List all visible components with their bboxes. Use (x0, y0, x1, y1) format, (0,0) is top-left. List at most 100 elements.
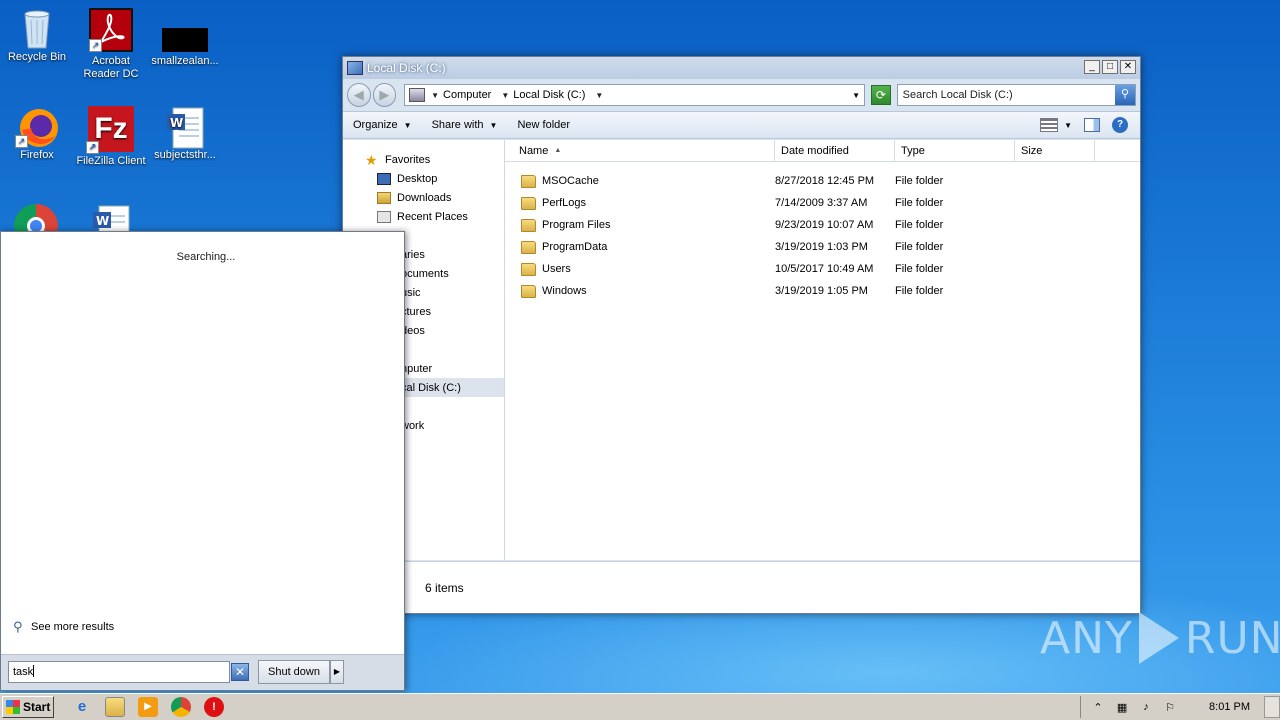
see-more-results-link[interactable]: ⚲ See more results (13, 620, 114, 634)
back-button[interactable]: ◀ (347, 83, 371, 107)
address-bar[interactable]: ▼ Computer ▼ Local Disk (C:) ▼ ▼ (404, 84, 866, 106)
network-icon[interactable]: ▦ (1115, 701, 1129, 714)
forward-button[interactable]: ▶ (372, 83, 397, 107)
clock[interactable]: 8:01 PM (1209, 701, 1250, 713)
breadcrumb-local-disk[interactable]: Local Disk (C:) (513, 89, 585, 101)
filezilla-icon: Fz ↗ (86, 106, 134, 154)
table-row[interactable]: Program Files 9/23/2019 10:07 AM File fold… (505, 214, 1140, 236)
breadcrumb-computer[interactable]: Computer (443, 89, 491, 101)
play-icon (1138, 612, 1179, 664)
volume-icon[interactable]: ♪ (1139, 701, 1153, 713)
folder-icon (521, 240, 536, 254)
table-row[interactable]: Windows 3/19/2019 1:05 PM File folder (505, 280, 1140, 302)
text-caret (33, 665, 35, 677)
chrome-icon (14, 204, 58, 232)
desktop-icon-filezilla[interactable]: Fz ↗ FileZilla Client (74, 106, 148, 168)
window-title: Local Disk (C:) (367, 61, 446, 75)
address-bar-row: ◀ ▶ ▼ Computer ▼ Local Disk (C:) ▼ ▼ ⟳ S… (343, 79, 1140, 111)
column-header-name[interactable]: Name ▲ (505, 140, 775, 161)
shortcut-arrow-icon: ↗ (86, 141, 99, 154)
share-with-button[interactable]: Share with ▼ (432, 119, 498, 131)
media-player-icon[interactable]: ▶ (138, 697, 158, 717)
refresh-button[interactable]: ⟳ (871, 85, 891, 105)
sort-up-icon: ▲ (554, 147, 562, 154)
desktop-icon-firefox[interactable]: ↗ Firefox (0, 106, 74, 162)
nav-favorites[interactable]: ★ Favorites (343, 150, 504, 169)
chevron-right-icon[interactable]: ▼ (431, 91, 439, 100)
preview-pane-icon[interactable] (1084, 118, 1100, 132)
start-menu-bottom: task ✕ Shut down ▶ (1, 654, 404, 690)
table-row[interactable]: ProgramData 3/19/2019 1:03 PM File folder (505, 236, 1140, 258)
organize-button[interactable]: Organize ▼ (353, 119, 412, 131)
column-header-size[interactable]: Size (1015, 140, 1095, 161)
desktop-icon-subjectsthr[interactable]: W subjectsthr... (148, 106, 222, 162)
desktop-icon-acrobat[interactable]: ↗ Acrobat Reader DC (74, 8, 148, 81)
start-menu[interactable]: Searching... ⚲ See more results task ✕ S… (0, 231, 405, 691)
taskbar: Start e ▶ ! ⌃ ▦ ♪ ⚐ 8:01 PM (0, 693, 1280, 720)
item-count: 6 items (425, 580, 464, 595)
nav-downloads[interactable]: Downloads (343, 188, 504, 207)
desktop-icon-label: FileZilla Client (76, 155, 146, 167)
file-list[interactable]: Name ▲ Date modified Type Size MSOCache 8/… (505, 140, 1140, 560)
start-button[interactable]: Start (2, 696, 54, 718)
folder-icon (521, 218, 536, 232)
content-area: ★ Favorites Desktop Downloads Recent Plac… (343, 140, 1140, 560)
title-bar[interactable]: Local Disk (C:) _ □ ✕ (343, 57, 1140, 79)
show-hidden-icons-icon[interactable]: ⌃ (1091, 701, 1105, 714)
explorer-window[interactable]: Local Disk (C:) _ □ ✕ ◀ ▶ ▼ Computer ▼ L… (342, 56, 1141, 614)
chrome-icon[interactable] (171, 697, 191, 717)
close-button[interactable]: ✕ (1120, 60, 1136, 74)
search-icon: ⚲ (13, 619, 23, 634)
nav-desktop[interactable]: Desktop (343, 169, 504, 188)
change-view-icon[interactable] (1040, 118, 1059, 132)
command-bar: Organize ▼ Share with ▼ New folder ▼ ? (343, 111, 1140, 139)
action-center-flag-icon[interactable]: ⚐ (1163, 701, 1177, 714)
help-icon[interactable]: ? (1112, 117, 1128, 133)
search-icon[interactable]: ⚲ (1114, 85, 1135, 105)
svg-text:W: W (170, 116, 183, 130)
maximize-button[interactable]: □ (1102, 60, 1118, 74)
black-file-icon (162, 28, 208, 52)
table-row[interactable]: PerfLogs 7/14/2009 3:37 AM File folder (505, 192, 1140, 214)
computer-icon (409, 88, 426, 102)
start-search-input[interactable]: task (8, 661, 230, 683)
table-row[interactable]: Users 10/5/2017 10:49 AM File folder (505, 258, 1140, 280)
shutdown-options-arrow[interactable]: ▶ (330, 660, 344, 684)
nav-recent-places[interactable]: Recent Places (343, 207, 504, 226)
folder-icon (521, 284, 536, 298)
search-input[interactable]: Search Local Disk (C:) ⚲ (896, 84, 1136, 106)
recent-places-icon (377, 210, 391, 223)
chevron-right-icon[interactable]: ▼ (595, 91, 603, 100)
chrome-desktop-icon[interactable] (14, 204, 58, 232)
show-desktop-button[interactable] (1264, 696, 1280, 718)
minimize-button[interactable]: _ (1084, 60, 1100, 74)
word-doc-icon: W (93, 205, 130, 232)
column-header-type[interactable]: Type (895, 140, 1015, 161)
chevron-down-icon: ▼ (403, 121, 412, 130)
file-explorer-icon[interactable] (105, 697, 125, 717)
shutdown-button[interactable]: Shut down (258, 660, 330, 684)
desktop-icon-smallzealan[interactable]: smallzealan... (148, 8, 222, 68)
downloads-icon (377, 191, 391, 204)
address-history-dropdown[interactable]: ▼ (852, 91, 860, 100)
desktop-icon-recycle-bin[interactable]: Recycle Bin (0, 8, 74, 64)
details-pane: 6 items (343, 561, 1140, 613)
table-row[interactable]: MSOCache 8/27/2018 12:45 PM File folder (505, 170, 1140, 192)
new-folder-button[interactable]: New folder (517, 119, 570, 131)
folder-icon (521, 174, 536, 188)
chevron-down-icon[interactable]: ▼ (1064, 121, 1072, 130)
recycle-bin-icon (17, 8, 57, 49)
desktop-icon-label: smallzealan... (151, 55, 219, 67)
column-header-date[interactable]: Date modified (775, 140, 895, 161)
system-tray: ⌃ ▦ ♪ ⚐ 8:01 PM (1080, 696, 1250, 718)
chevron-right-icon[interactable]: ▼ (501, 91, 509, 100)
folder-icon (521, 196, 536, 210)
shortcut-arrow-icon: ↗ (15, 135, 28, 148)
desktop-icon (377, 172, 391, 185)
windows-logo-icon (6, 700, 20, 714)
shortcut-arrow-icon: ↗ (89, 39, 102, 52)
stop-icon[interactable]: ! (204, 697, 224, 717)
word-doc-desktop-icon-2[interactable]: W (88, 204, 134, 232)
internet-explorer-icon[interactable]: e (72, 697, 92, 717)
clear-search-icon[interactable]: ✕ (231, 663, 249, 681)
